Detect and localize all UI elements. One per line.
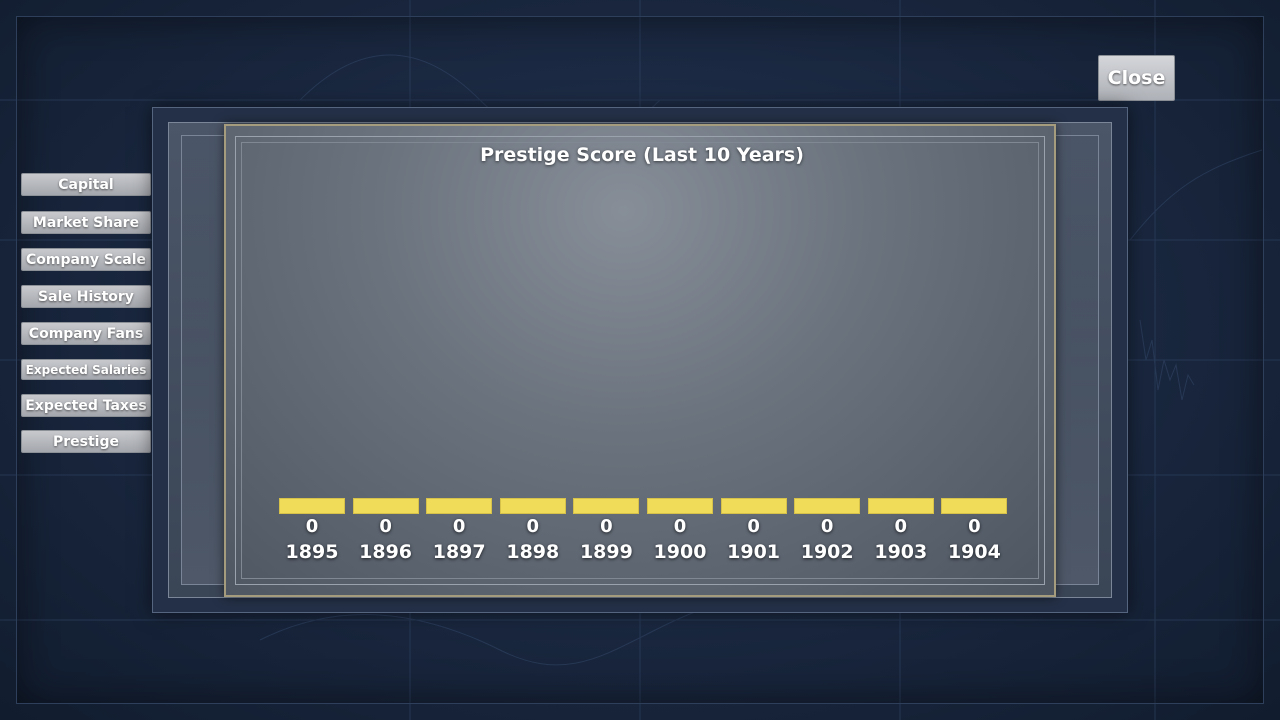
bar-value-label-1904: 0: [968, 516, 981, 537]
chart-panel: Prestige Score (Last 10 Years) 0 1895 0 189…: [224, 124, 1056, 597]
bar-value-label-1896: 0: [379, 516, 392, 537]
sidebar-item-sale-history[interactable]: Sale History: [21, 285, 151, 308]
x-tick-label-1897: 1897: [432, 541, 486, 563]
x-tick-label-1902: 1902: [800, 541, 854, 563]
x-tick-label-1899: 1899: [579, 541, 633, 563]
sidebar-item-expected-taxes[interactable]: Expected Taxes: [21, 394, 151, 417]
bar-value-label-1898: 0: [526, 516, 540, 537]
chart-bar-1903: [867, 498, 934, 514]
bar-value-label-1900: 0: [673, 516, 687, 537]
chart-bar-1896: [352, 498, 419, 514]
chart-title: Prestige Score (Last 10 Years): [480, 144, 804, 166]
sidebar-item-company-scale[interactable]: Company Scale: [21, 248, 151, 271]
x-tick-label-1904: 1904: [947, 541, 1001, 563]
x-tick-label-1901: 1901: [727, 541, 781, 563]
chart-bar-1895: [279, 498, 345, 514]
bar-value-label-1897: 0: [452, 516, 466, 537]
chart-bar-1901: [720, 498, 787, 514]
close-button[interactable]: Close: [1098, 55, 1175, 101]
bar-value-label-1895: 0: [305, 516, 319, 537]
x-tick-label-1895: 1895: [285, 541, 339, 563]
frame-inset-right: [1055, 135, 1099, 585]
sidebar-item-market-share[interactable]: Market Share: [21, 211, 151, 234]
chart-bar-1897: [426, 498, 493, 514]
bar-value-label-1902: 0: [820, 516, 834, 537]
x-tick-label-1898: 1898: [506, 541, 560, 563]
x-tick-label-1900: 1900: [653, 541, 707, 563]
frame-inset-left: [181, 135, 225, 585]
x-tick-label-1903: 1903: [874, 541, 928, 563]
sidebar-item-company-fans[interactable]: Company Fans: [21, 322, 151, 345]
chart-bar-1898: [499, 498, 566, 514]
bar-value-label-1903: 0: [894, 516, 908, 537]
sidebar-item-expected-salaries[interactable]: Expected Salaries: [21, 359, 151, 380]
bar-value-label-1901: 0: [747, 516, 760, 537]
chart-bar-1900: [647, 498, 713, 514]
bar-value-label-1899: 0: [600, 516, 613, 537]
sidebar-item-capital[interactable]: Capital: [21, 173, 151, 196]
chart-bar-1902: [794, 498, 861, 514]
x-tick-label-1896: 1896: [359, 541, 413, 563]
chart-bar-1899: [573, 498, 640, 514]
chart-bar-1904: [941, 498, 1008, 514]
sidebar-item-prestige[interactable]: Prestige: [21, 430, 151, 453]
